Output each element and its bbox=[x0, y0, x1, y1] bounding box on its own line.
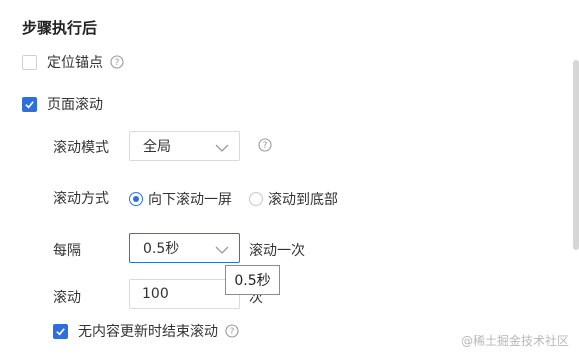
interval-label: 每隔 bbox=[53, 243, 81, 259]
section-title: 步骤执行后 bbox=[22, 19, 98, 37]
svg-text:?: ? bbox=[263, 141, 268, 151]
anchor-checkbox[interactable] bbox=[22, 54, 37, 70]
stop-on-no-update-label: 无内容更新时结束滚动 bbox=[78, 324, 218, 340]
help-icon[interactable]: ? bbox=[110, 55, 124, 69]
svg-text:?: ? bbox=[230, 327, 235, 337]
scrollbar[interactable] bbox=[573, 60, 579, 250]
radio-scroll-one-screen[interactable]: 向下滚动一屏 bbox=[129, 189, 232, 209]
scroll-method-label: 滚动方式 bbox=[53, 191, 109, 207]
chevron-down-icon bbox=[215, 141, 229, 152]
radio-label: 滚动到底部 bbox=[268, 192, 338, 208]
radio-button[interactable] bbox=[249, 192, 263, 206]
scroll-mode-select[interactable]: 全局 bbox=[129, 131, 240, 161]
scroll-mode-value: 全局 bbox=[143, 139, 171, 155]
stop-on-no-update-checkbox[interactable] bbox=[53, 323, 68, 339]
anchor-option[interactable]: 定位锚点 ? bbox=[22, 52, 124, 72]
page-scroll-option[interactable]: 页面滚动 bbox=[22, 94, 103, 114]
radio-scroll-to-bottom[interactable]: 滚动到底部 bbox=[249, 189, 338, 209]
scroll-count-input[interactable]: 100 bbox=[129, 279, 240, 309]
help-icon[interactable]: ? bbox=[258, 138, 272, 152]
anchor-label: 定位锚点 bbox=[47, 55, 103, 71]
page-scroll-label: 页面滚动 bbox=[47, 97, 103, 113]
radio-button[interactable] bbox=[129, 192, 143, 206]
chevron-down-icon bbox=[215, 243, 229, 254]
interval-select[interactable]: 0.5秒 bbox=[129, 233, 240, 263]
svg-text:?: ? bbox=[115, 58, 120, 68]
scroll-count-value: 100 bbox=[142, 286, 169, 302]
stop-on-no-update-option[interactable]: 无内容更新时结束滚动 ? bbox=[53, 321, 239, 341]
interval-tooltip: 0.5秒 bbox=[225, 265, 280, 295]
interval-value: 0.5秒 bbox=[143, 241, 180, 257]
watermark: @稀土掘金技术社区 bbox=[460, 334, 569, 348]
scroll-count-label: 滚动 bbox=[53, 290, 81, 306]
scroll-mode-label: 滚动模式 bbox=[53, 140, 109, 156]
radio-label: 向下滚动一屏 bbox=[148, 192, 232, 208]
interval-suffix: 滚动一次 bbox=[249, 243, 305, 259]
page-scroll-checkbox[interactable] bbox=[22, 96, 37, 112]
help-icon[interactable]: ? bbox=[225, 324, 239, 338]
